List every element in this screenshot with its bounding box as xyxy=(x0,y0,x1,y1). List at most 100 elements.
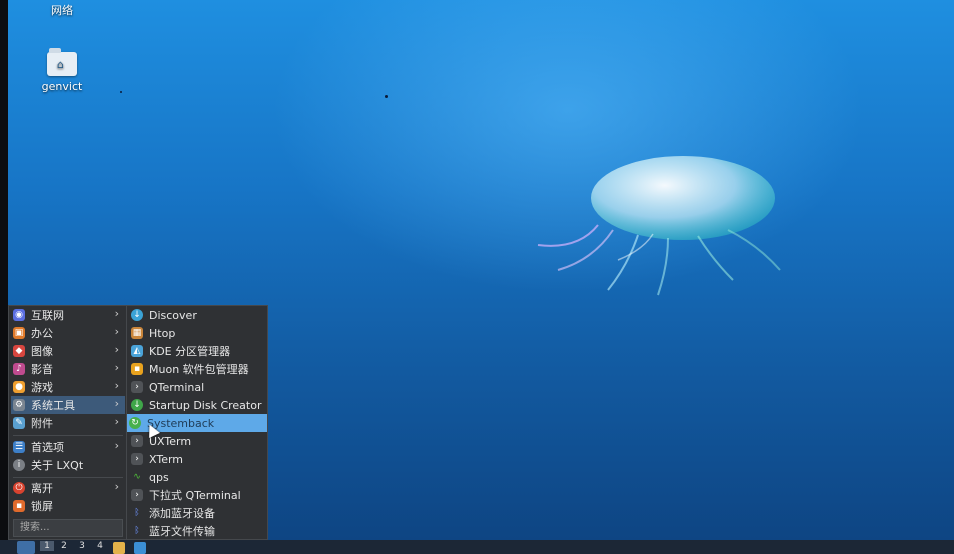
chevron-right-icon: › xyxy=(114,343,119,356)
menu-category-multimedia[interactable]: ♪ 影音 › xyxy=(11,360,125,378)
show-desktop-icon[interactable] xyxy=(134,542,146,554)
internet-icon: ◉ xyxy=(13,309,25,321)
graphics-icon: ◆ xyxy=(13,345,25,357)
lock-icon: ▪ xyxy=(13,500,25,512)
dropdown-terminal-icon: › xyxy=(131,489,143,501)
desktop-icon-label: 网络 xyxy=(51,4,73,17)
system-tools-icon: ⚙ xyxy=(13,399,25,411)
submenu-item-bluetooth-file-transfer[interactable]: ᛒ 蓝牙文件传输 xyxy=(129,522,265,540)
menu-item-label: 影音 xyxy=(31,363,53,376)
chevron-right-icon: › xyxy=(114,325,119,338)
chevron-right-icon: › xyxy=(114,379,119,392)
menu-separator xyxy=(13,435,123,436)
muon-icon: ▪ xyxy=(131,363,143,375)
workspace-3-button[interactable]: 3 xyxy=(75,541,89,551)
bluetooth-icon: ᛒ xyxy=(134,526,140,536)
chevron-right-icon: › xyxy=(114,415,119,428)
menu-item-label: 互联网 xyxy=(31,309,64,322)
menu-item-label: XTerm xyxy=(149,452,184,466)
submenu-item-add-bluetooth-device[interactable]: ᛒ 添加蓝牙设备 xyxy=(129,504,265,522)
discover-icon: ↓ xyxy=(131,309,143,321)
menu-item-label: 下拉式 QTerminal xyxy=(149,489,241,502)
power-icon: ⏻ xyxy=(13,482,25,494)
workspace-4-button[interactable]: 4 xyxy=(93,541,107,551)
menu-item-label: 游戏 xyxy=(31,381,53,394)
menu-category-system-tools[interactable]: ⚙ 系统工具 › xyxy=(11,396,125,414)
submenu-item-xterm[interactable]: › XTerm xyxy=(129,450,265,468)
submenu-item-discover[interactable]: ↓ Discover xyxy=(129,306,265,324)
menu-item-label: KDE 分区管理器 xyxy=(149,345,231,358)
submenu-item-muon[interactable]: ▪ Muon 软件包管理器 xyxy=(129,360,265,378)
start-menu-button[interactable] xyxy=(17,541,35,554)
startup-disk-icon: ↓ xyxy=(131,399,143,411)
menu-item-label: Startup Disk Creator xyxy=(149,398,262,412)
games-icon: ● xyxy=(13,381,25,393)
submenu-item-htop[interactable]: ▦ Htop xyxy=(129,324,265,342)
menu-item-label: 首选项 xyxy=(31,441,64,454)
menu-search-input[interactable]: 搜索... xyxy=(13,519,123,537)
info-icon: i xyxy=(13,459,25,471)
bluetooth-icon: ᛒ xyxy=(134,508,140,518)
menu-item-label: qps xyxy=(149,470,169,484)
screen-speck xyxy=(120,91,122,93)
uxterm-icon: › xyxy=(131,435,143,447)
multimedia-icon: ♪ xyxy=(13,363,25,375)
menu-item-label: 图像 xyxy=(31,345,53,358)
chevron-right-icon: › xyxy=(114,439,119,452)
workspace-1-button[interactable]: 1 xyxy=(40,541,54,551)
menu-item-label: Discover xyxy=(149,308,197,322)
menu-item-label: 添加蓝牙设备 xyxy=(149,507,215,520)
menu-item-label: 附件 xyxy=(31,417,53,430)
menu-category-graphics[interactable]: ◆ 图像 › xyxy=(11,342,125,360)
screen-speck xyxy=(385,95,388,98)
submenu-item-kde-partition-manager[interactable]: ◭ KDE 分区管理器 xyxy=(129,342,265,360)
menu-category-games[interactable]: ● 游戏 › xyxy=(11,378,125,396)
menu-category-office[interactable]: ▣ 办公 › xyxy=(11,324,125,342)
preferences-icon: ☰ xyxy=(13,441,25,453)
menu-item-lock-screen[interactable]: ▪ 锁屏 xyxy=(11,497,125,515)
menu-item-label: UXTerm xyxy=(149,434,192,448)
submenu-item-qterminal[interactable]: › QTerminal xyxy=(129,378,265,396)
submenu-item-startup-disk-creator[interactable]: ↓ Startup Disk Creator xyxy=(129,396,265,414)
system-tools-submenu: ↓ Discover ▦ Htop ◭ KDE 分区管理器 ▪ Muon 软件包… xyxy=(126,305,268,540)
application-menu: ◉ 互联网 › ▣ 办公 › ◆ 图像 › ♪ 影音 › ● 游戏 › ⚙ 系统… xyxy=(8,305,128,540)
home-folder-icon: ⌂ xyxy=(47,48,77,76)
chevron-right-icon: › xyxy=(114,361,119,374)
menu-item-preferences[interactable]: ☰ 首选项 › xyxy=(11,438,125,456)
menu-item-leave[interactable]: ⏻ 离开 › xyxy=(11,479,125,497)
workspace-2-button[interactable]: 2 xyxy=(57,541,71,551)
menu-item-label: 蓝牙文件传输 xyxy=(149,525,215,538)
chevron-right-icon: › xyxy=(114,480,119,493)
chevron-right-icon: › xyxy=(114,397,119,410)
office-icon: ▣ xyxy=(13,327,25,339)
submenu-item-qps[interactable]: ∿ qps xyxy=(129,468,265,486)
menu-item-about-lxqt[interactable]: i 关于 LXQt xyxy=(11,456,125,474)
desktop-icon-network[interactable]: 网络 xyxy=(27,0,97,18)
systemback-icon: ↻ xyxy=(129,417,141,429)
menu-item-label: Muon 软件包管理器 xyxy=(149,363,249,376)
menu-separator xyxy=(13,477,123,478)
qps-icon: ∿ xyxy=(133,472,141,482)
screen-bezel xyxy=(0,0,8,540)
htop-icon: ▦ xyxy=(131,327,143,339)
partition-manager-icon: ◭ xyxy=(131,345,143,357)
terminal-icon: › xyxy=(131,381,143,393)
menu-item-label: 锁屏 xyxy=(31,500,53,513)
menu-item-label: 离开 xyxy=(31,482,53,495)
accessories-icon: ✎ xyxy=(13,417,25,429)
chevron-right-icon: › xyxy=(114,307,119,320)
menu-item-label: 系统工具 xyxy=(31,399,75,412)
menu-item-label: Htop xyxy=(149,326,176,340)
submenu-item-dropdown-qterminal[interactable]: › 下拉式 QTerminal xyxy=(129,486,265,504)
taskbar: 1 2 3 4 xyxy=(0,540,954,554)
xterm-icon: › xyxy=(131,453,143,465)
jellyfish-wallpaper xyxy=(537,156,781,296)
desktop-icon-label: genvict xyxy=(41,80,83,93)
menu-category-internet[interactable]: ◉ 互联网 › xyxy=(11,306,125,324)
menu-item-label: 关于 LXQt xyxy=(31,459,84,472)
menu-item-label: 办公 xyxy=(31,327,53,340)
desktop-icon-home[interactable]: ⌂ genvict xyxy=(27,48,97,93)
menu-category-accessories[interactable]: ✎ 附件 › xyxy=(11,414,125,432)
file-manager-icon[interactable] xyxy=(113,542,125,554)
menu-item-label: QTerminal xyxy=(149,380,205,394)
